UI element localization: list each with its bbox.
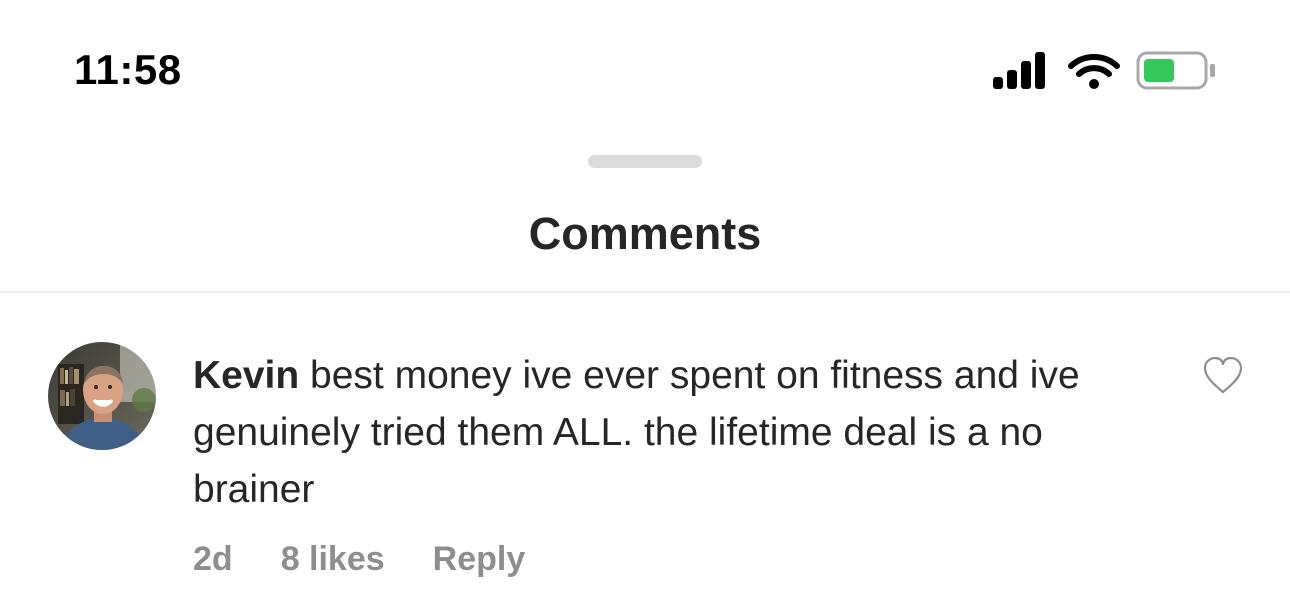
comment-text: best money ive ever spent on fitness and… xyxy=(193,354,1080,511)
signal-icon xyxy=(993,52,1045,89)
comment-meta: 2d 8 likes Reply xyxy=(193,536,525,582)
heart-outline-icon[interactable] xyxy=(1202,355,1244,395)
wifi-icon xyxy=(1068,54,1120,89)
comments-sheet-screen: 11:58 Comments Kevin best money ive ever… xyxy=(0,0,1290,615)
battery-level xyxy=(1144,59,1174,82)
comment-text-block: Kevin best money ive ever spent on fitne… xyxy=(193,347,1173,518)
battery-icon xyxy=(1136,51,1215,90)
comment-timestamp: 2d xyxy=(193,539,233,578)
sheet-title: Comments xyxy=(528,208,762,259)
comment-username[interactable]: Kevin xyxy=(193,354,299,397)
status-time: 11:58 xyxy=(74,46,182,93)
comment-item: Kevin best money ive ever spent on fitne… xyxy=(0,293,1290,615)
comment-likes-count[interactable]: 8 likes xyxy=(281,540,385,579)
avatar[interactable] xyxy=(48,342,156,450)
status-bar: 11:58 xyxy=(0,0,1290,140)
avatar-image xyxy=(48,342,156,450)
reply-button[interactable]: Reply xyxy=(433,540,526,579)
sheet-grabber-handle[interactable] xyxy=(588,155,702,168)
